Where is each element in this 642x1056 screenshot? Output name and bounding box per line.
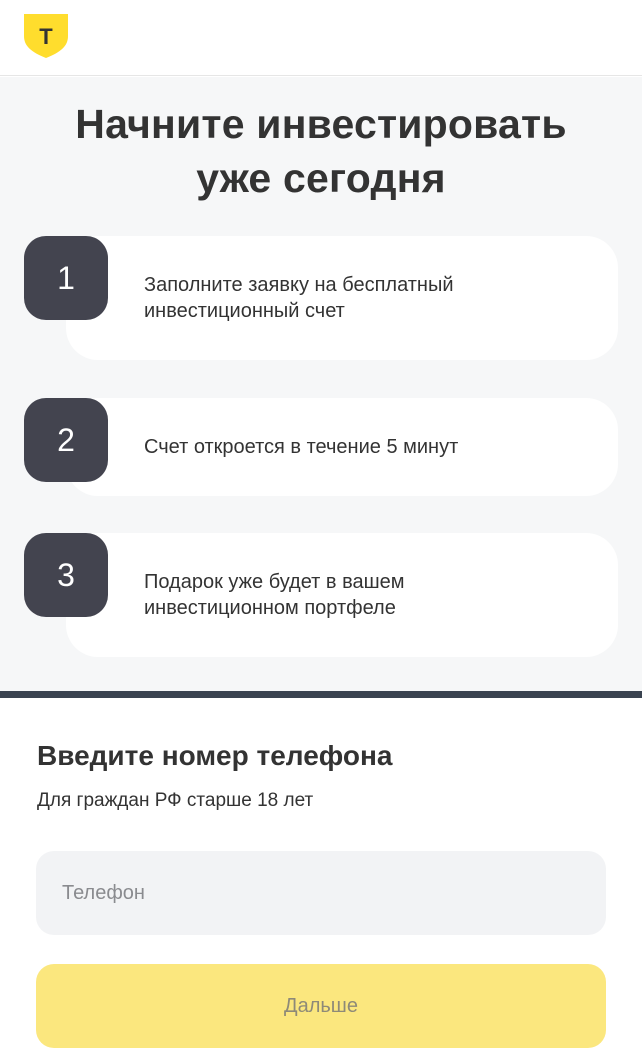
step-text-2-line-1: Счет откроется в течение 5 минут (144, 436, 459, 458)
section-divider (0, 691, 642, 698)
form-title: Введите номер телефона (37, 740, 393, 771)
page-title: Начните инвестировать уже сегодня (0, 97, 642, 205)
tinkoff-logo[interactable]: T (24, 14, 68, 58)
step-text-2: Счет откроется в течение 5 минут (144, 434, 594, 460)
phone-form: Введите номер телефона Для граждан РФ ст… (0, 698, 642, 1056)
step-text-1: Заполните заявку на бесплатный инвестици… (144, 272, 594, 324)
step-card-1: Заполните заявку на бесплатный инвестици… (66, 236, 618, 360)
phone-input[interactable] (36, 851, 606, 935)
step-card-3: Подарок уже будет в вашем инвестиционном… (66, 533, 618, 657)
step-number-badge-2: 2 (24, 398, 108, 482)
step-text-1-line-1: Заполните заявку на бесплатный (144, 274, 454, 296)
shield-logo-icon: T (24, 14, 68, 58)
logo-letter: T (39, 24, 53, 49)
step-card-2: Счет откроется в течение 5 минут (66, 398, 618, 496)
step-text-1-line-2: инвестиционный счет (144, 300, 345, 322)
step-number-badge-1: 1 (24, 236, 108, 320)
page-title-line-2: уже сегодня (196, 155, 446, 201)
page-title-line-1: Начните инвестировать (75, 101, 567, 147)
header: T (0, 0, 642, 76)
steps-section: Начните инвестировать уже сегодня Заполн… (0, 77, 642, 691)
form-subtitle: Для граждан РФ старше 18 лет (37, 790, 314, 811)
step-text-3-line-1: Подарок уже будет в вашем (144, 571, 405, 593)
next-button[interactable]: Дальше (36, 964, 606, 1048)
step-text-3: Подарок уже будет в вашем инвестиционном… (144, 569, 594, 621)
step-number-badge-3: 3 (24, 533, 108, 617)
step-text-3-line-2: инвестиционном портфеле (144, 597, 396, 619)
